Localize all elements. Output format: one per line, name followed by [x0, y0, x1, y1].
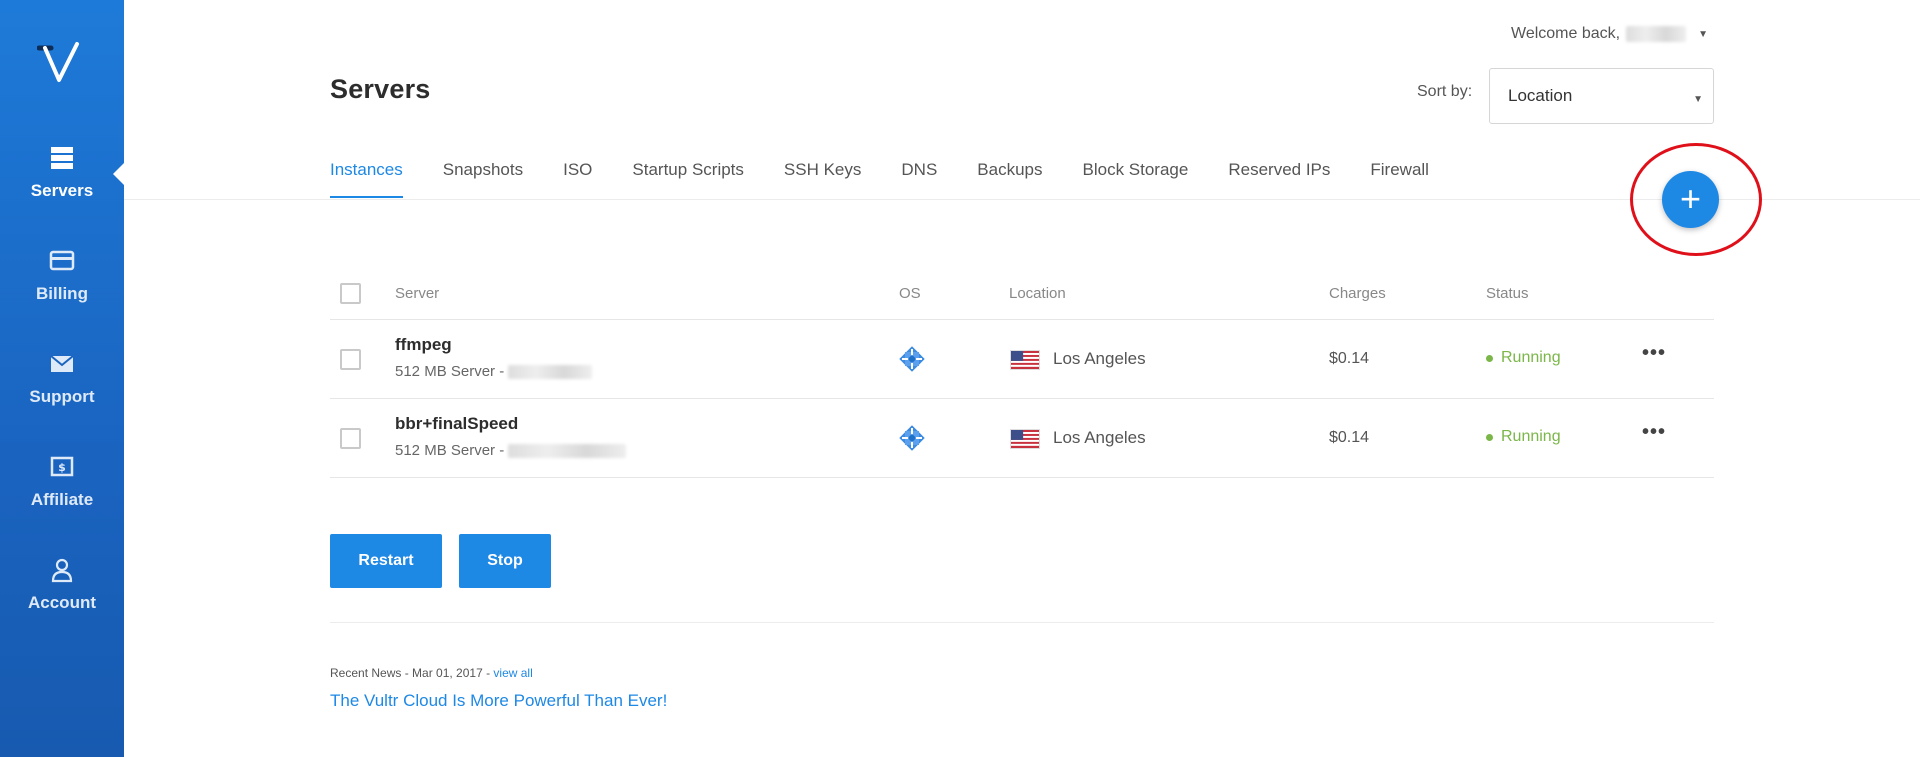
- status-text: Running: [1501, 349, 1561, 366]
- row-checkbox[interactable]: [340, 349, 361, 370]
- tab-iso[interactable]: ISO: [563, 160, 592, 198]
- sidebar-item-label: Affiliate: [30, 490, 94, 509]
- caret-down-icon: ▼: [1698, 28, 1708, 40]
- tab-dns[interactable]: DNS: [901, 160, 937, 198]
- sidebar-item-label: Support: [29, 387, 95, 406]
- news-date: Recent News - Mar 01, 2017 -: [330, 666, 494, 680]
- svg-text:$: $: [58, 461, 66, 474]
- server-name[interactable]: ffmpeg: [395, 335, 452, 355]
- tab-block-storage[interactable]: Block Storage: [1083, 160, 1189, 198]
- user-menu[interactable]: Welcome back, ▼: [1511, 25, 1708, 43]
- server-plan: 512 MB Server -: [395, 442, 505, 459]
- redacted-ip: [508, 364, 593, 379]
- tab-firewall[interactable]: Firewall: [1370, 160, 1429, 198]
- envelope-icon: [50, 355, 74, 372]
- sidebar-item-label: Billing: [36, 284, 88, 303]
- sort-label: Sort by:: [1417, 83, 1473, 100]
- server-location: Los Angeles: [1053, 428, 1146, 447]
- user-icon: [51, 558, 73, 583]
- us-flag-icon: [1010, 429, 1040, 449]
- divider: [330, 622, 1714, 623]
- status-dot-icon: [1486, 433, 1493, 441]
- server-details: 512 MB Server -: [395, 363, 593, 380]
- server-location: Los Angeles: [1053, 349, 1146, 368]
- credit-card-icon: [49, 250, 75, 271]
- redacted-ip: [508, 443, 627, 458]
- server-plan: 512 MB Server -: [395, 363, 505, 380]
- select-all-checkbox[interactable]: [340, 283, 361, 304]
- redacted-username: [1626, 26, 1687, 42]
- row-checkbox[interactable]: [340, 428, 361, 449]
- sidebar-item-label: Account: [28, 593, 96, 612]
- restart-button[interactable]: Restart: [330, 534, 442, 588]
- news-headline-link[interactable]: The Vultr Cloud Is More Powerful Than Ev…: [330, 691, 667, 711]
- server-charges: $0.14: [1329, 429, 1370, 446]
- caret-down-icon: ▼: [1693, 94, 1703, 105]
- tab-ssh-keys[interactable]: SSH Keys: [784, 160, 861, 198]
- tab-bar: Instances Snapshots ISO Startup Scripts …: [330, 160, 1429, 198]
- server-name[interactable]: bbr+finalSpeed: [395, 414, 518, 434]
- welcome-text: Welcome back,: [1511, 25, 1621, 42]
- column-header-status: Status: [1486, 285, 1529, 302]
- tab-startup-scripts[interactable]: Startup Scripts: [632, 160, 744, 198]
- tab-snapshots[interactable]: Snapshots: [443, 160, 523, 198]
- dollar-bill-icon: $: [50, 456, 74, 477]
- column-header-location: Location: [1009, 285, 1066, 302]
- status-text: Running: [1501, 428, 1561, 445]
- sidebar-item-billing[interactable]: Billing: [0, 248, 124, 304]
- server-charges: $0.14: [1329, 350, 1370, 367]
- servers-table: Server OS Location Charges Status ffmpeg…: [330, 268, 1714, 478]
- table-row[interactable]: bbr+finalSpeed 512 MB Server - Los Angel…: [330, 399, 1714, 478]
- column-header-server: Server: [395, 285, 440, 302]
- sidebar-item-support[interactable]: Support: [0, 351, 124, 407]
- status-badge: Running: [1486, 349, 1561, 367]
- sidebar-item-label: Servers: [30, 181, 94, 200]
- server-stack-icon: [51, 147, 73, 169]
- sort-value: Location: [1508, 86, 1573, 105]
- sort-select[interactable]: Location ▼: [1489, 68, 1714, 124]
- stop-button[interactable]: Stop: [459, 534, 551, 588]
- news-meta: Recent News - Mar 01, 2017 - view all: [330, 666, 533, 680]
- vultr-logo-icon[interactable]: [37, 40, 87, 86]
- column-header-charges: Charges: [1329, 285, 1386, 302]
- column-header-os: OS: [899, 285, 921, 302]
- server-details: 512 MB Server -: [395, 442, 627, 459]
- status-badge: Running: [1486, 428, 1561, 446]
- sidebar: Servers Billing Support $ Affiliate Acco…: [0, 0, 125, 757]
- status-dot-icon: [1486, 354, 1493, 362]
- table-header: Server OS Location Charges Status: [330, 268, 1714, 320]
- more-options-icon[interactable]: •••: [1642, 421, 1666, 444]
- page-title: Servers: [330, 74, 431, 104]
- centos-icon: [899, 346, 925, 372]
- us-flag-icon: [1010, 350, 1040, 370]
- more-options-icon[interactable]: •••: [1642, 342, 1666, 365]
- annotation-circle: [1630, 143, 1762, 256]
- tab-backups[interactable]: Backups: [977, 160, 1042, 198]
- tab-reserved-ips[interactable]: Reserved IPs: [1228, 160, 1330, 198]
- tab-instances[interactable]: Instances: [330, 160, 403, 198]
- table-row[interactable]: ffmpeg 512 MB Server - Los Angeles $0.14…: [330, 320, 1714, 399]
- sidebar-item-affiliate[interactable]: $ Affiliate: [0, 454, 124, 510]
- view-all-link[interactable]: view all: [493, 666, 532, 680]
- sidebar-item-servers[interactable]: Servers: [0, 145, 124, 201]
- centos-icon: [899, 425, 925, 451]
- sidebar-item-account[interactable]: Account: [0, 557, 124, 613]
